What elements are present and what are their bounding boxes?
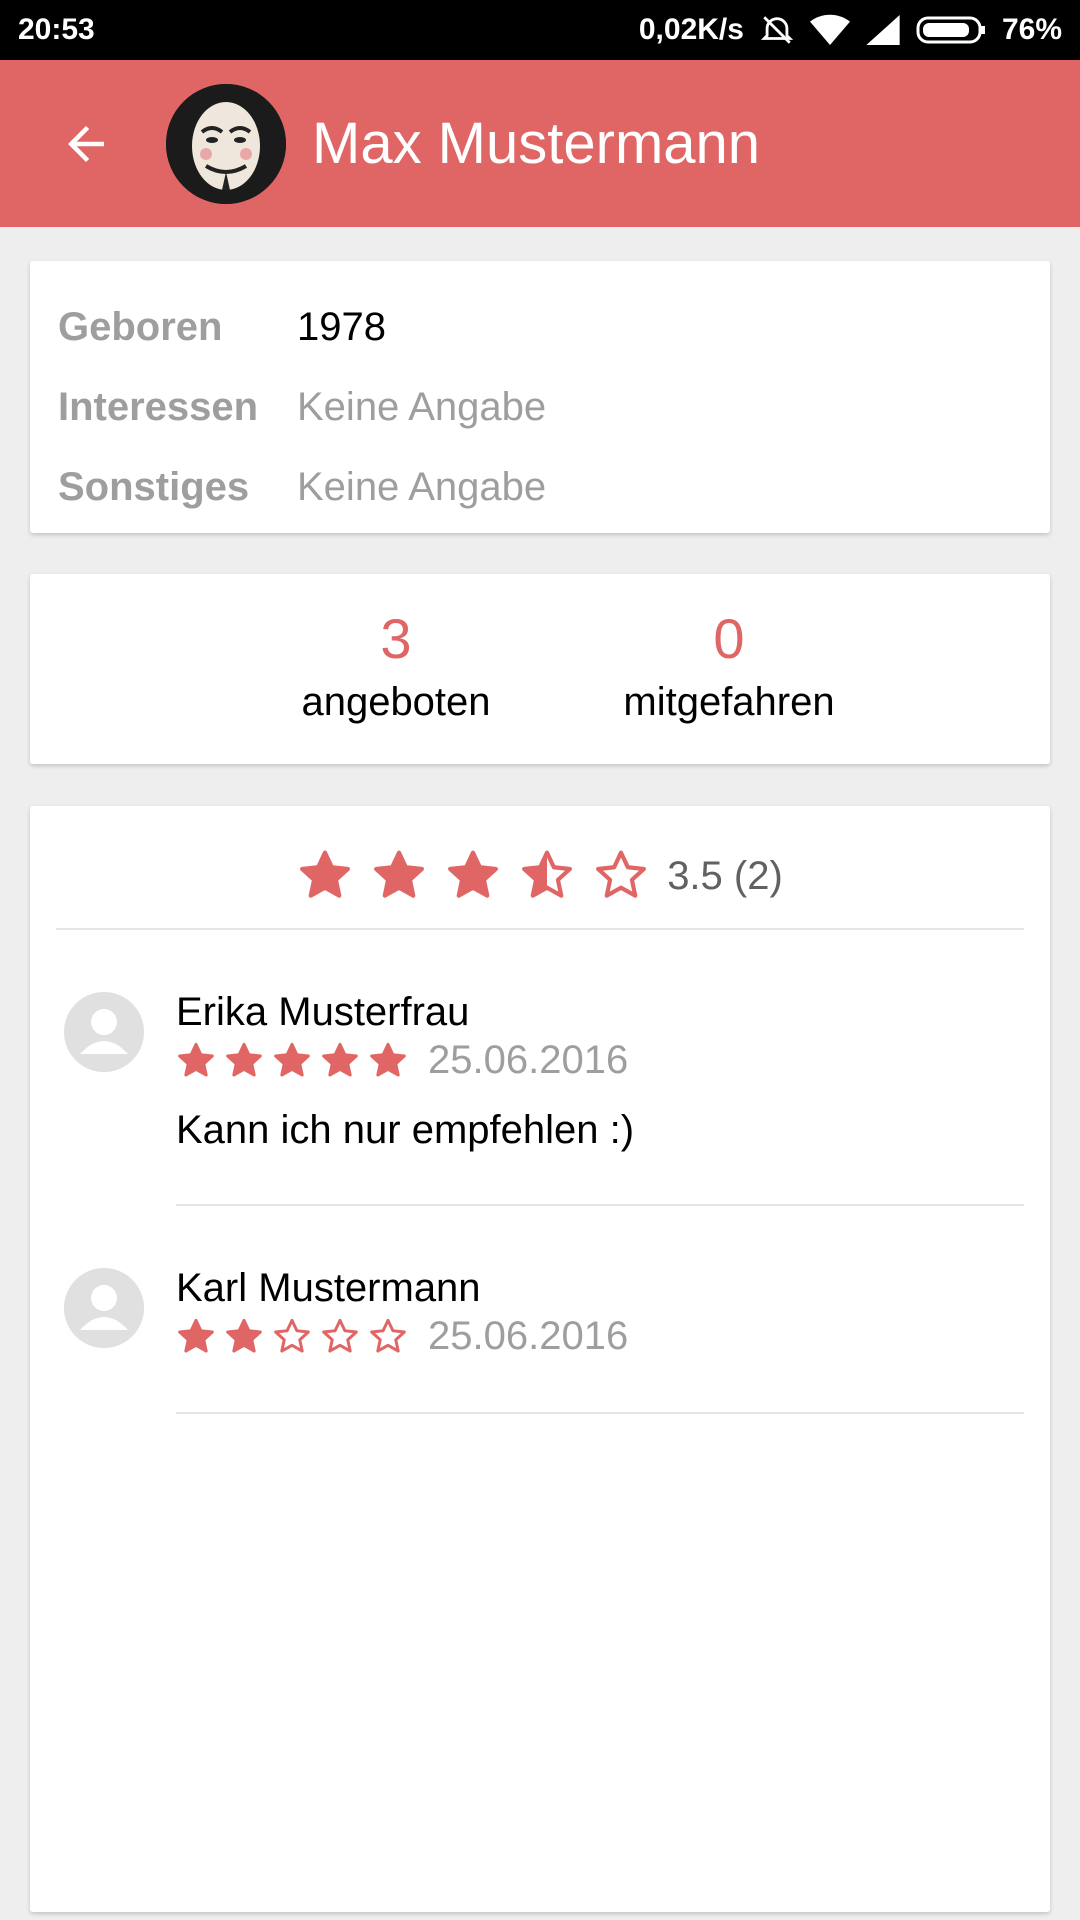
info-card: Geboren 1978 Interessen Keine Angabe Son… (30, 261, 1050, 533)
alarm-off-icon (760, 13, 794, 47)
arrow-back-icon (68, 125, 104, 162)
star-filled-icon (370, 1042, 406, 1077)
review-meta: 25.06.2016 (176, 1314, 628, 1359)
star-empty-icon (274, 1318, 310, 1353)
review-stars (176, 1317, 408, 1357)
info-label: Sonstiges (58, 464, 250, 509)
star-empty-icon (596, 850, 647, 898)
status-icons: 0,02K/s 76% (639, 13, 1062, 47)
star-filled-icon (448, 850, 499, 898)
rating-stars (297, 848, 649, 904)
info-value: 1978 (297, 304, 386, 349)
info-label: Geboren (58, 304, 223, 349)
network-speed: 0,02K/s (638, 13, 744, 46)
stat-joined: 0 mitgefahren (579, 604, 879, 730)
star-filled-icon (178, 1318, 214, 1353)
star-empty-icon (370, 1318, 406, 1353)
divider (56, 928, 1024, 930)
star-filled-icon (322, 1042, 358, 1077)
wifi-icon (809, 14, 850, 46)
star-filled-icon (274, 1042, 310, 1077)
review-date: 25.06.2016 (428, 1038, 629, 1082)
stat-joined-count: 0 (713, 607, 745, 670)
info-value: Keine Angabe (297, 464, 547, 509)
stat-offered-count: 3 (380, 607, 412, 670)
info-row-interests: Interessen Keine Angabe (58, 367, 1022, 447)
battery-icon (916, 15, 986, 45)
star-filled-icon (226, 1318, 262, 1353)
rating-summary: 3.5 (2) (30, 836, 1050, 916)
info-row-birth: Geboren 1978 (58, 287, 1022, 367)
review-text: Kann ich nur empfehlen :) (176, 1108, 635, 1152)
person-icon (64, 1268, 144, 1348)
star-filled-icon (226, 1042, 262, 1077)
person-icon (64, 992, 144, 1072)
cell-signal-icon (866, 15, 900, 45)
profile-avatar[interactable] (166, 83, 286, 204)
rating-score-text: 3.5 (2) (667, 853, 783, 898)
info-value: Keine Angabe (297, 384, 547, 429)
review-author: Erika Musterfrau (176, 990, 470, 1034)
info-row-misc: Sonstiges Keine Angabe (58, 447, 1022, 527)
stat-offered-label: angeboten (301, 680, 491, 724)
back-button[interactable] (36, 94, 136, 194)
star-filled-icon (178, 1042, 214, 1077)
star-half-icon (522, 850, 573, 898)
review-date: 25.06.2016 (428, 1314, 629, 1358)
page-title: Max Mustermann (312, 111, 761, 176)
divider (176, 1204, 1024, 1206)
app-bar: Max Mustermann (0, 60, 1080, 227)
ratings-card: 3.5 (2) Erika Musterfrau 25.06.2016 Kann… (30, 806, 1050, 1912)
review-stars (176, 1041, 408, 1081)
review-author: Karl Mustermann (176, 1266, 481, 1310)
star-filled-icon (374, 850, 425, 898)
stat-joined-label: mitgefahren (623, 680, 835, 724)
status-bar: 20:53 0,02K/s 76% (0, 0, 1080, 60)
review-meta: 25.06.2016 (176, 1038, 628, 1083)
divider (176, 1412, 1024, 1414)
battery-percent: 76% (1001, 13, 1062, 46)
star-empty-icon (322, 1318, 358, 1353)
info-label: Interessen (58, 384, 259, 429)
status-time: 20:53 (18, 13, 95, 46)
stats-card: 3 angeboten 0 mitgefahren (30, 574, 1050, 764)
stat-offered: 3 angeboten (246, 604, 546, 730)
star-filled-icon (300, 850, 351, 898)
